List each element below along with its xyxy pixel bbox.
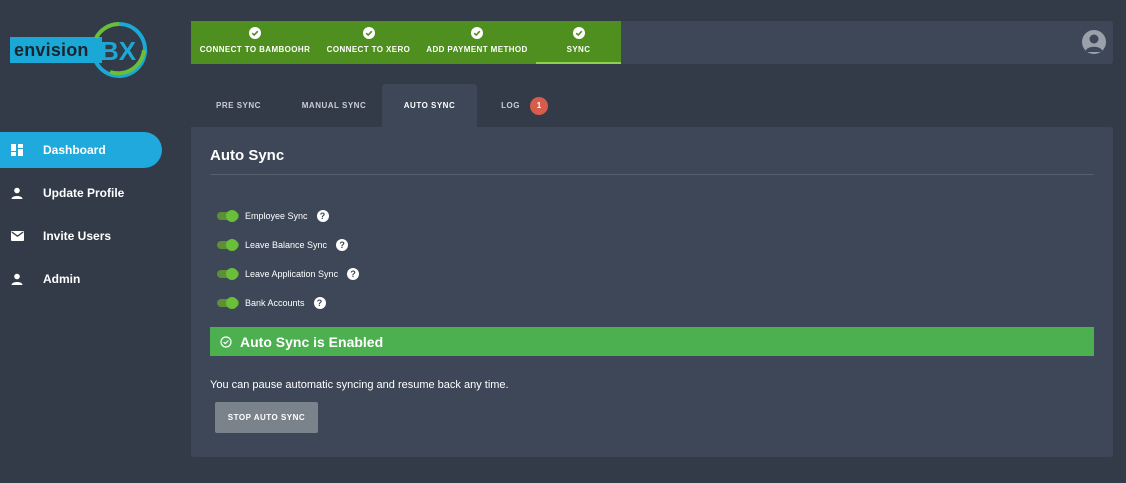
auto-sync-status-banner: Auto Sync is Enabled (210, 327, 1094, 356)
log-count-badge: 1 (529, 96, 548, 115)
step-add-payment-method[interactable]: ADD PAYMENT METHOD (418, 21, 536, 64)
person-icon (10, 272, 24, 286)
divider (210, 174, 1094, 175)
check-circle-icon (572, 27, 585, 39)
help-icon[interactable]: ? (313, 296, 326, 309)
step-connect-xero[interactable]: CONNECT TO XERO (319, 21, 418, 64)
step-label: ADD PAYMENT METHOD (426, 45, 528, 54)
panel-title: Auto Sync (210, 147, 285, 164)
brand-mark-icon: BX (91, 22, 148, 78)
mail-icon (10, 229, 24, 243)
tab-label: LOG (501, 101, 520, 110)
brand-logo[interactable]: envision BX (10, 20, 152, 80)
user-avatar-icon[interactable] (1082, 30, 1106, 54)
option-employee-sync: Employee Sync ? (217, 201, 359, 230)
help-icon[interactable]: ? (316, 209, 329, 222)
option-label: Employee Sync (245, 210, 308, 221)
option-label: Bank Accounts (245, 297, 305, 308)
help-icon[interactable]: ? (336, 238, 349, 251)
sidebar-item-label: Dashboard (43, 143, 106, 157)
step-label: CONNECT TO BAMBOOHR (199, 45, 311, 54)
stop-auto-sync-button[interactable]: STOP AUTO SYNC (215, 402, 318, 433)
tab-auto-sync[interactable]: AUTO SYNC (382, 84, 477, 127)
brand-mark: BX (100, 36, 137, 66)
tab-manual-sync[interactable]: MANUAL SYNC (286, 84, 382, 127)
sidebar-item-label: Admin (43, 272, 81, 286)
sidebar-item-label: Invite Users (43, 229, 112, 243)
option-label: Leave Application Sync (245, 268, 339, 279)
option-leave-application-sync: Leave Application Sync ? (217, 259, 360, 288)
check-circle-icon (471, 27, 483, 39)
sidebar-item-invite-users[interactable]: Invite Users (0, 218, 162, 254)
check-circle-outline-icon (220, 335, 232, 348)
option-leave-balance-sync: Leave Balance Sync ? (217, 230, 359, 259)
sync-options: Employee Sync ? Leave Balance Sync ? Lea… (217, 201, 360, 317)
sidebar-item-admin[interactable]: Admin (0, 261, 162, 297)
tab-pre-sync[interactable]: PRE SYNC (191, 84, 286, 127)
help-icon[interactable]: ? (347, 267, 360, 280)
sidebar: Dashboard Update Profile Invite Users Ad… (0, 128, 170, 304)
step-label: SYNC (566, 45, 591, 54)
sidebar-item-update-profile[interactable]: Update Profile (0, 175, 162, 211)
dashboard-icon (10, 143, 24, 157)
sidebar-item-label: Update Profile (43, 186, 125, 200)
check-circle-icon (362, 27, 375, 39)
option-bank-accounts: Bank Accounts ? (217, 288, 359, 317)
step-label: CONNECT TO XERO (326, 45, 411, 54)
banner-text: Auto Sync is Enabled (240, 333, 384, 350)
tab-log[interactable]: LOG 1 (477, 84, 572, 127)
auto-sync-panel: Auto Sync Employee Sync ? Leave Balance … (191, 127, 1113, 457)
bank-accounts-toggle[interactable] (217, 296, 239, 310)
leave-balance-sync-toggle[interactable] (217, 238, 239, 252)
setup-steps: CONNECT TO BAMBOOHR CONNECT TO XERO ADD … (191, 21, 621, 64)
leave-application-sync-toggle[interactable] (217, 267, 239, 281)
employee-sync-toggle[interactable] (217, 209, 239, 223)
check-circle-icon (249, 27, 261, 39)
sync-tabs: PRE SYNC MANUAL SYNC AUTO SYNC LOG 1 (191, 84, 572, 127)
sidebar-item-dashboard[interactable]: Dashboard (0, 132, 162, 168)
pause-note: You can pause automatic syncing and resu… (210, 379, 509, 391)
option-label: Leave Balance Sync (245, 239, 328, 250)
step-connect-bamboohr[interactable]: CONNECT TO BAMBOOHR (191, 21, 319, 64)
top-bar: CONNECT TO BAMBOOHR CONNECT TO XERO ADD … (191, 21, 1113, 64)
step-sync[interactable]: SYNC (536, 21, 621, 64)
person-icon (10, 186, 24, 200)
